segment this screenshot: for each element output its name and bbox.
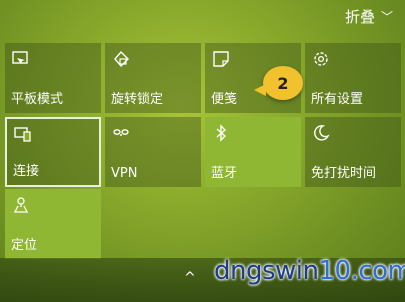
- step-callout-badge: 2: [254, 66, 303, 100]
- collapse-label: 折叠: [344, 8, 375, 26]
- collapse-button[interactable]: 折叠 ﹀: [345, 6, 393, 27]
- location-icon: [14, 197, 28, 213]
- tile-location[interactable]: 定位: [5, 189, 101, 259]
- tile-label: 便笺: [211, 92, 238, 107]
- moon-icon: [314, 125, 330, 141]
- connect-icon: [14, 127, 31, 142]
- note-icon: [213, 51, 229, 67]
- tile-all-settings[interactable]: 所有设置: [305, 43, 401, 113]
- tile-label: VPN: [111, 166, 138, 181]
- tile-label: 连接: [13, 164, 40, 179]
- tile-label: 免打扰时间: [311, 166, 377, 181]
- watermark-part1: dngswin: [214, 256, 319, 286]
- tile-rotation-lock[interactable]: 旋转锁定: [105, 43, 201, 113]
- chevron-down-icon: ﹀: [380, 10, 393, 24]
- tile-label: 平板模式: [11, 92, 64, 107]
- watermark-part2: 10.com: [318, 256, 405, 286]
- tile-bluetooth[interactable]: 蓝牙: [205, 117, 301, 187]
- watermark: dngswin10.com: [214, 256, 405, 286]
- chevron-up-icon[interactable]: ^: [184, 270, 196, 286]
- tablet-mode-icon: [12, 51, 28, 64]
- tile-connect[interactable]: 连接: [5, 117, 101, 187]
- vpn-icon: [113, 129, 129, 136]
- tile-label: 旋转锁定: [111, 92, 164, 107]
- step-number: 2: [277, 73, 289, 93]
- tile-label: 定位: [11, 238, 38, 253]
- tile-vpn[interactable]: VPN: [105, 117, 201, 187]
- gear-icon: [314, 52, 328, 66]
- tile-tablet-mode[interactable]: 平板模式: [5, 43, 101, 113]
- rotation-lock-icon: [114, 50, 129, 68]
- bluetooth-icon: [216, 124, 227, 142]
- tile-label: 所有设置: [311, 92, 364, 107]
- tile-label: 蓝牙: [211, 166, 238, 181]
- tile-quiet-hours[interactable]: 免打扰时间: [305, 117, 401, 187]
